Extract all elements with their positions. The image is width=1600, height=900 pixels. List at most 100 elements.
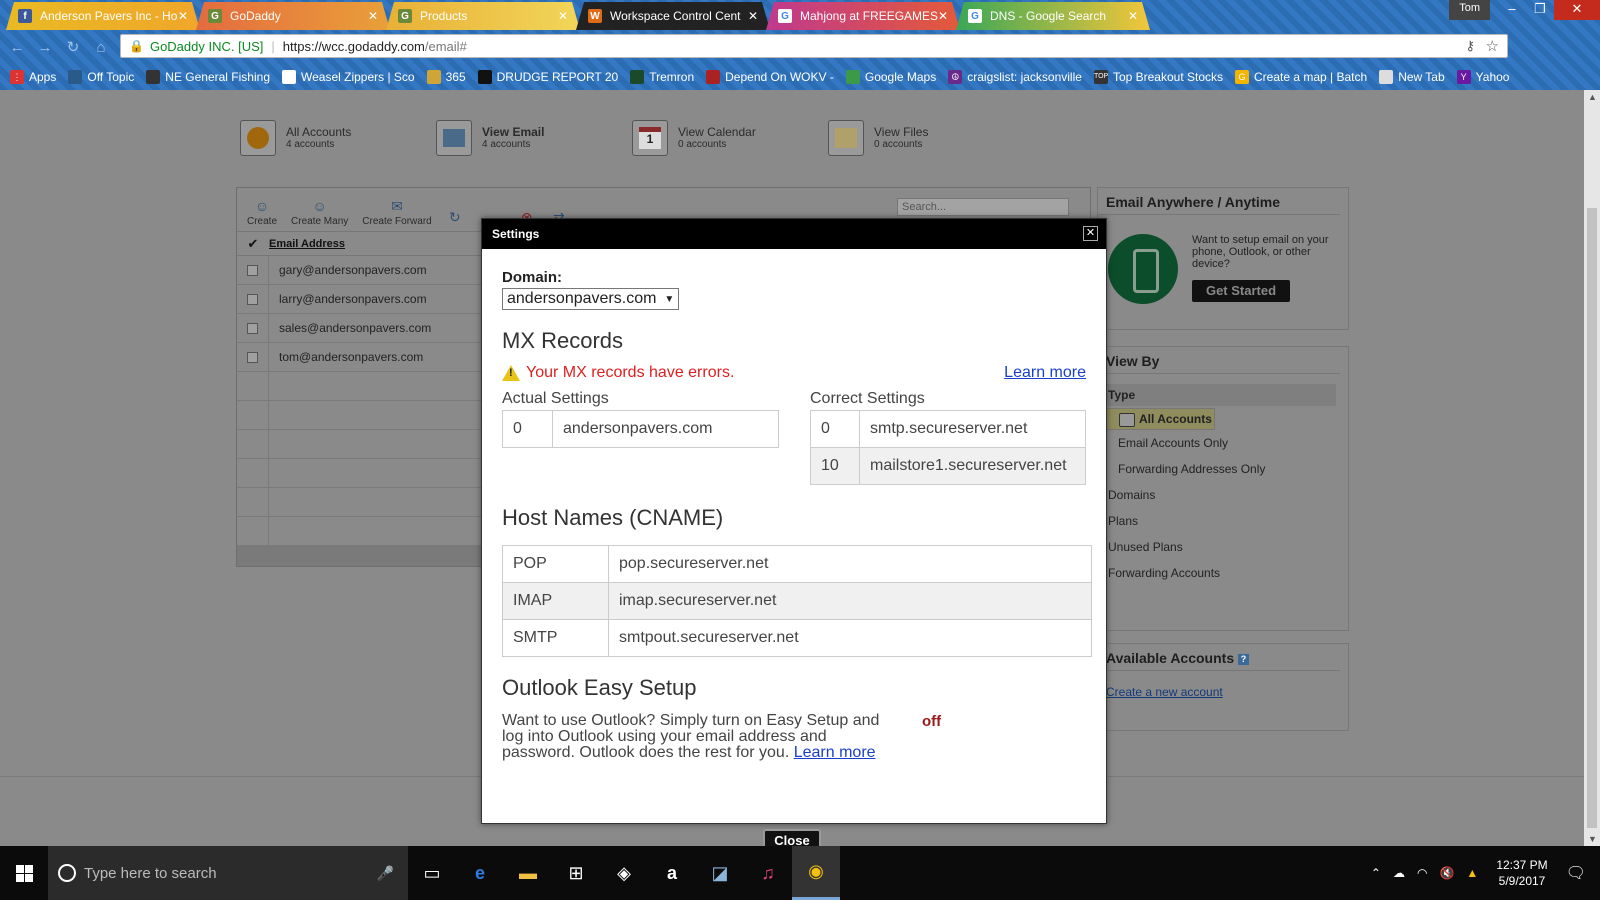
filter-forwarding-accounts[interactable]: Forwarding Accounts <box>1106 560 1348 586</box>
wifi-icon[interactable]: ◠ <box>1417 866 1427 880</box>
tab-close-icon[interactable]: ✕ <box>558 9 568 23</box>
microphone-icon[interactable]: 🎤 <box>377 865 394 882</box>
create-button[interactable]: ☺ Create <box>247 198 277 231</box>
google-icon: G <box>1235 69 1249 84</box>
select-all-checkbox[interactable]: ✔ <box>237 236 269 252</box>
tab-close-icon[interactable]: ✕ <box>368 9 378 23</box>
filter-unused-plans[interactable]: Unused Plans <box>1106 534 1348 560</box>
bookmark[interactable]: 365 <box>426 69 466 84</box>
email-column-header[interactable]: Email Address <box>269 238 345 250</box>
bookmark[interactable]: Tremron <box>630 69 694 84</box>
grid-search-input[interactable]: Search... <box>897 198 1069 216</box>
bookmark[interactable]: Google Maps <box>845 69 936 84</box>
minimize-icon[interactable]: – <box>1498 0 1526 20</box>
tab-close-icon[interactable]: ✕ <box>1128 9 1138 23</box>
notifications-icon[interactable]: 🗨 <box>1566 863 1586 883</box>
email-anywhere-text: Want to setup email on your phone, Outlo… <box>1192 234 1329 270</box>
scroll-up-icon[interactable]: ▲ <box>1588 92 1597 102</box>
create-account-link[interactable]: Create a new account <box>1106 685 1348 699</box>
create-many-button[interactable]: ☺ Create Many <box>291 198 348 231</box>
refresh-button[interactable]: ↻ <box>446 209 464 231</box>
warning-icon <box>502 365 520 381</box>
tab-facebook[interactable]: f Anderson Pavers Inc - Ho ✕ <box>6 2 200 30</box>
window-controls: Tom – ❐ ✕ <box>1449 0 1600 20</box>
domain-select[interactable]: andersonpavers.com ▼ <box>502 288 680 310</box>
store-icon[interactable]: ⊞ <box>552 846 600 900</box>
tab-close-icon[interactable]: ✕ <box>178 9 188 23</box>
table-row: POP pop.secureserver.net <box>502 545 1092 583</box>
bookmark[interactable]: Depend On WOKV - <box>706 69 834 84</box>
start-button[interactable] <box>0 846 48 900</box>
bookmark[interactable]: Off Topic <box>68 69 134 84</box>
forward-icon[interactable]: → <box>34 39 56 56</box>
omnibox[interactable]: 🔒 GoDaddy INC. [US] | https://wcc.godadd… <box>120 34 1508 58</box>
easy-setup-toggle[interactable]: off <box>922 713 941 761</box>
filter-all-accounts[interactable]: All Accounts <box>1106 408 1215 430</box>
get-started-button[interactable]: Get Started <box>1192 280 1290 302</box>
volume-muted-icon[interactable]: 🔇 <box>1439 866 1454 880</box>
workspace-icon: W <box>588 9 602 23</box>
table-row: 0 andersonpavers.com <box>502 410 779 448</box>
bookmark-icon <box>706 69 721 84</box>
create-forward-button[interactable]: ✉ Create Forward <box>362 198 431 231</box>
clock[interactable]: 12:37 PM 5/9/2017 <box>1496 857 1547 889</box>
reload-icon[interactable]: ↻ <box>62 38 84 56</box>
bookmark[interactable]: TOP Top Breakout Stocks <box>1093 69 1223 84</box>
tab-mahjong[interactable]: G Mahjong at FREEGAMES ✕ <box>766 2 960 30</box>
help-icon[interactable]: ? <box>1238 653 1250 665</box>
nav-view-calendar[interactable]: 1 View Calendar 0 accounts <box>632 120 828 156</box>
available-accounts-title: Available Accounts ? <box>1106 644 1340 671</box>
filter-forwarding-addresses-only[interactable]: Forwarding Addresses Only <box>1106 456 1348 482</box>
scroll-down-icon[interactable]: ▼ <box>1588 834 1597 844</box>
itunes-icon[interactable]: ♫ <box>744 846 792 900</box>
drive-icon[interactable]: ▲ <box>1466 866 1478 880</box>
profile-name[interactable]: Tom <box>1449 0 1490 20</box>
row-checkbox[interactable] <box>247 264 258 276</box>
row-checkbox[interactable] <box>247 322 258 334</box>
bookmark[interactable]: NE General Fishing <box>146 69 270 84</box>
filter-plans[interactable]: Plans <box>1106 508 1348 534</box>
tab-godaddy[interactable]: G GoDaddy ✕ <box>196 2 390 30</box>
filter-domains[interactable]: Domains <box>1106 482 1348 508</box>
scroll-thumb[interactable] <box>1587 208 1597 828</box>
close-window-icon[interactable]: ✕ <box>1554 0 1600 20</box>
filter-email-accounts-only[interactable]: Email Accounts Only <box>1106 430 1348 456</box>
bookmark[interactable]: Weasel Zippers | Sco <box>282 69 415 84</box>
onedrive-icon[interactable]: ☁ <box>1393 866 1405 880</box>
bookmark[interactable]: New Tab <box>1379 69 1445 84</box>
amazon-icon[interactable]: a <box>648 846 696 900</box>
mx-learn-more-link[interactable]: Learn more <box>1004 364 1086 382</box>
nav-all-accounts[interactable]: All Accounts 4 accounts <box>240 120 436 156</box>
chrome-icon[interactable]: ◉ <box>792 846 840 900</box>
star-icon[interactable]: ☆ <box>1486 37 1499 55</box>
back-icon[interactable]: ← <box>6 39 28 56</box>
close-icon[interactable]: ✕ <box>1083 226 1098 241</box>
task-view-icon[interactable]: ▭ <box>408 846 456 900</box>
restore-icon[interactable]: ❐ <box>1526 0 1554 20</box>
bookmark[interactable]: DRUDGE REPORT 20 <box>477 69 618 84</box>
tab-close-icon[interactable]: ✕ <box>938 9 948 23</box>
file-explorer-icon[interactable]: ▬ <box>504 846 552 900</box>
bookmark[interactable]: Y Yahoo <box>1456 69 1509 84</box>
tab-workspace[interactable]: W Workspace Control Cent ✕ <box>576 2 770 30</box>
tab-dns-search[interactable]: G DNS - Google Search ✕ <box>956 2 1150 30</box>
taskbar-search[interactable]: Type here to search 🎤 <box>48 846 408 900</box>
key-icon[interactable]: ⚷ <box>1465 38 1475 54</box>
outlook-learn-more-link[interactable]: Learn more <box>794 744 876 761</box>
edge-icon[interactable]: e <box>456 846 504 900</box>
bookmark[interactable]: G Create a map | Batch <box>1235 69 1367 84</box>
tab-close-icon[interactable]: ✕ <box>748 9 758 23</box>
nav-view-files[interactable]: View Files 0 accounts <box>828 120 1024 156</box>
apps-icon: ⋮ <box>10 69 24 84</box>
app-icon[interactable]: ◪ <box>696 846 744 900</box>
row-checkbox[interactable] <box>247 351 258 363</box>
home-icon[interactable]: ⌂ <box>90 39 112 56</box>
page-scrollbar[interactable]: ▲ ▼ <box>1584 90 1600 846</box>
bookmark-apps[interactable]: ⋮ Apps <box>10 69 56 84</box>
chevron-up-icon[interactable]: ⌃ <box>1371 866 1381 880</box>
row-checkbox[interactable] <box>247 293 258 305</box>
bookmark[interactable]: ☮ craigslist: jacksonville <box>948 69 1082 84</box>
tab-products[interactable]: G Products ✕ <box>386 2 580 30</box>
dropbox-icon[interactable]: ◈ <box>600 846 648 900</box>
nav-view-email[interactable]: View Email 4 accounts <box>436 120 632 156</box>
